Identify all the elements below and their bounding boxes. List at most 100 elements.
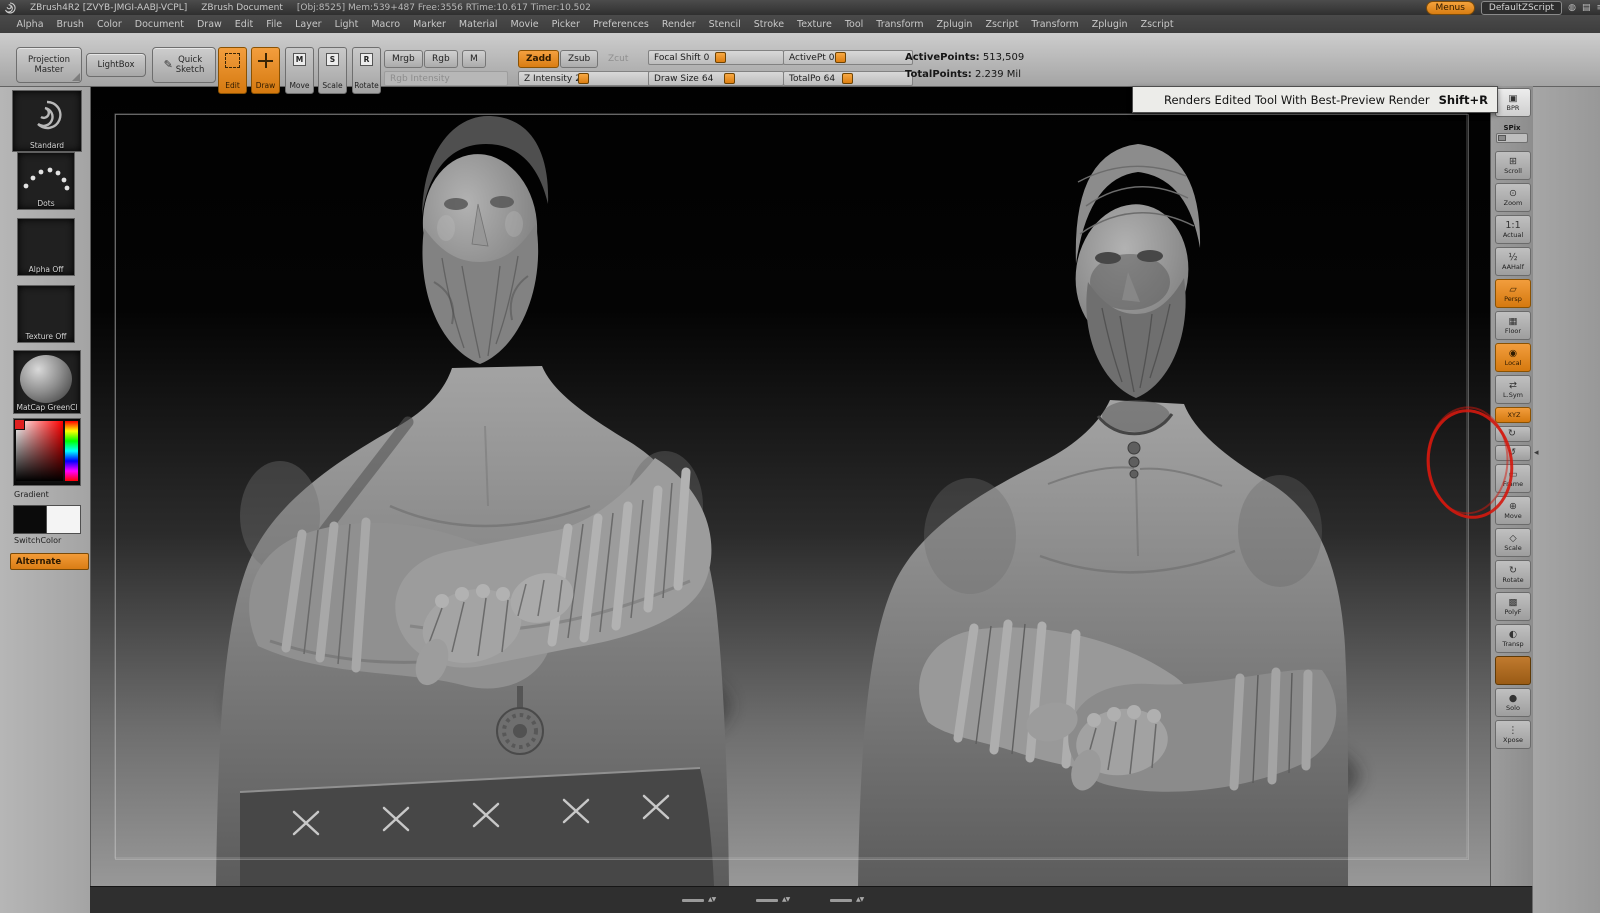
menu-stroke[interactable]: Stroke [747,17,790,32]
switch-color-label[interactable]: SwitchColor [14,536,61,545]
menu-transform[interactable]: Transform [870,17,930,32]
edit-mode-button[interactable]: Edit [218,47,247,94]
list-icon[interactable]: ▤ [1582,3,1591,13]
spix-slider[interactable]: SPix [1495,120,1529,146]
saturation-value-box[interactable] [16,421,63,481]
z-intensity-slider[interactable]: Z Intensity 25 [518,71,652,86]
menu-layer[interactable]: Layer [289,17,329,32]
menu-movie[interactable]: Movie [504,17,545,32]
slider-handle[interactable] [841,73,853,84]
solo-button[interactable]: ● Solo [1495,688,1531,717]
menu-document[interactable]: Document [128,17,190,32]
move-mode-button[interactable]: M Move [285,47,314,94]
menu-zscript[interactable]: Zscript [1134,17,1180,32]
aahalf-button[interactable]: ½ AAHalf [1495,247,1531,276]
session-icon[interactable]: ◍ [1568,3,1576,13]
texture-selector[interactable]: Texture Off [17,285,75,343]
floor-button[interactable]: ▦ Floor [1495,311,1531,340]
zoom-button[interactable]: ⊙ Zoom [1495,183,1531,212]
material-selector[interactable]: MatCap GreenCl [13,350,81,414]
zcut-button[interactable]: Zcut [600,50,636,68]
spix-handle[interactable] [1498,134,1506,141]
total-po-slider[interactable]: TotalPo 64 [783,71,913,86]
menu-tool[interactable]: Tool [838,17,869,32]
rotate-y-button[interactable]: ↻ [1495,426,1531,442]
xpose-button[interactable]: ⋮ Xpose [1495,720,1531,749]
menu-edit[interactable]: Edit [228,17,259,32]
menu-transform[interactable]: Transform [1025,17,1085,32]
alternate-button[interactable]: Alternate [10,553,89,570]
focal-shift-slider[interactable]: Focal Shift 0 [648,50,784,65]
rgb-intensity-slider[interactable]: Rgb Intensity [384,71,508,86]
xyz-button[interactable]: XYZ [1495,407,1531,423]
rotate-z-button[interactable]: ↺ [1495,445,1531,461]
bpr-button[interactable]: ▣ BPR [1495,88,1531,117]
stroke-selector[interactable]: Dots [17,152,75,210]
bottom-scroll-bar[interactable]: ▲▼ ▲▼ ▲▼ [90,886,1532,913]
slider-handle[interactable] [835,52,847,63]
ghost-button[interactable] [1495,656,1531,685]
canvas-scroll-widget[interactable]: ▲▼ [830,897,864,903]
actual-button[interactable]: 1:1 Actual [1495,215,1531,244]
move-button[interactable]: ⊕ Move [1495,496,1531,525]
scroll-arrows-icon[interactable]: ▲▼ [856,897,864,903]
menu-zplugin[interactable]: Zplugin [1085,17,1134,32]
slider-handle[interactable] [578,73,590,84]
menu-zscript[interactable]: Zscript [979,17,1025,32]
main-color-swatch[interactable] [13,505,48,534]
quick-sketch-button[interactable]: ✎ Quick Sketch [152,47,216,83]
rgb-button[interactable]: Rgb [424,50,458,68]
lsym-button[interactable]: ⇄ L.Sym [1495,375,1531,404]
slider-handle[interactable] [724,73,736,84]
scroll-button[interactable]: ⊞ Scroll [1495,151,1531,180]
menu-stencil[interactable]: Stencil [702,17,747,32]
menu-light[interactable]: Light [328,17,365,32]
menu-render[interactable]: Render [655,17,702,32]
menu-draw[interactable]: Draw [190,17,228,32]
draw-size-slider[interactable]: Draw Size 64 [648,71,784,86]
m-button[interactable]: M [462,50,486,68]
menu-picker[interactable]: Picker [545,17,586,32]
menu-alpha[interactable]: Alpha [10,17,50,32]
menu-zplugin[interactable]: Zplugin [930,17,979,32]
menu-preferences[interactable]: Preferences [586,17,655,32]
active-pt-slider[interactable]: ActivePt 0 [783,50,913,65]
canvas-scroll-widget[interactable]: ▲▼ [756,897,790,903]
menu-texture[interactable]: Texture [791,17,839,32]
hue-bar[interactable] [65,421,78,481]
canvas-scroll-widget[interactable]: ▲▼ [682,897,716,903]
menus-button[interactable]: Menus [1425,0,1475,15]
slider-handle[interactable] [714,52,726,63]
alpha-selector[interactable]: Alpha Off [17,218,75,276]
color-picker[interactable] [13,418,81,486]
scale-button[interactable]: ◇ Scale [1495,528,1531,557]
menu-brush[interactable]: Brush [50,17,90,32]
scale-mode-button[interactable]: S Scale [318,47,347,94]
menu-marker[interactable]: Marker [407,17,453,32]
spix-track[interactable] [1496,132,1528,143]
scroll-arrows-icon[interactable]: ▲▼ [782,897,790,903]
zadd-button[interactable]: Zadd [518,50,560,68]
zsub-button[interactable]: Zsub [560,50,599,68]
menu-file[interactable]: File [260,17,289,32]
menu-macro[interactable]: Macro [365,17,407,32]
transp-button[interactable]: ◐ Transp [1495,624,1531,653]
mrgb-button[interactable]: Mrgb [384,50,423,68]
polyf-button[interactable]: ▩ PolyF [1495,592,1531,621]
gradient-label[interactable]: Gradient [14,490,49,499]
brush-selector[interactable]: Standard [12,90,82,152]
rotate-mode-button[interactable]: R Rotate [352,47,381,94]
lightbox-button[interactable]: LightBox [86,53,146,77]
scroll-arrows-icon[interactable]: ▲▼ [708,897,716,903]
default-zscript-button[interactable]: DefaultZScript [1480,0,1563,15]
frame-button[interactable]: ▭ Frame [1495,464,1531,493]
rotate-button[interactable]: ↻ Rotate [1495,560,1531,589]
persp-button[interactable]: ▱ Persp [1495,279,1531,308]
draw-mode-button[interactable]: Draw [251,47,280,94]
document-canvas[interactable] [90,86,1490,886]
menu-material[interactable]: Material [452,17,504,32]
projection-master-button[interactable]: Projection Master [16,47,82,83]
tray-collapse-arrow[interactable]: ◂ [1534,448,1539,458]
grip-icon[interactable]: ≡ [1596,3,1600,13]
local-button[interactable]: ◉ Local [1495,343,1531,372]
